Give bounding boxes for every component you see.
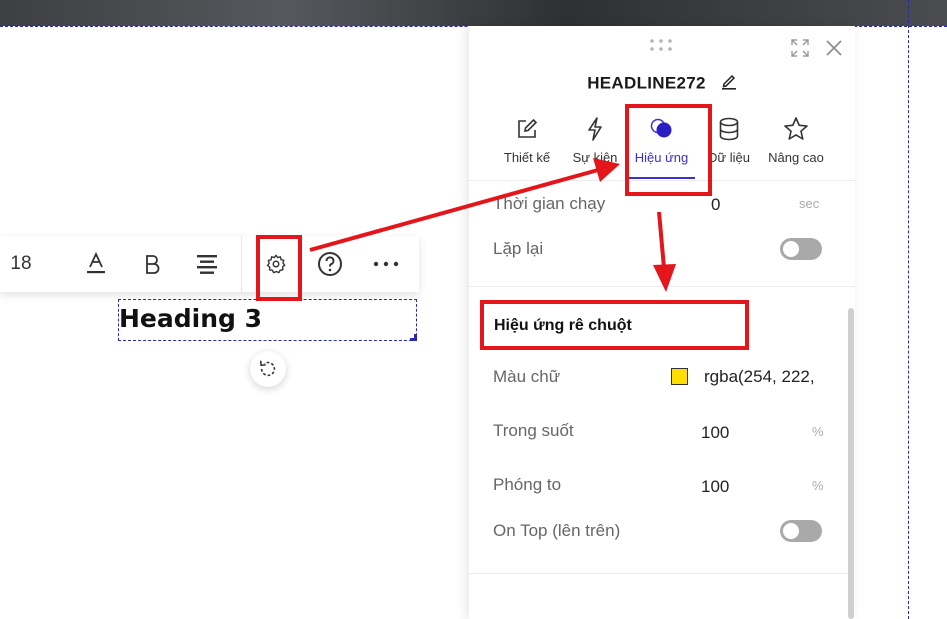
tab-nang-cao[interactable]: Nâng cao: [763, 114, 829, 170]
opacity-label: Trong suốt: [493, 421, 574, 440]
text-color-label: Màu chữ: [493, 367, 561, 386]
repeat-toggle[interactable]: [780, 238, 822, 260]
run-time-label: Thời gian chạy: [493, 194, 606, 213]
zoom-unit: %: [812, 478, 824, 493]
on-top-label: On Top (lên trên): [493, 521, 621, 540]
expand-icon[interactable]: [791, 39, 809, 62]
annotation-box-hover-section: [480, 300, 749, 350]
opacity-input[interactable]: 100: [701, 423, 729, 443]
star-icon: [763, 114, 829, 144]
text-toolbar: 18: [0, 236, 419, 292]
zoom-input[interactable]: 100: [701, 477, 729, 497]
section-divider: [469, 286, 855, 287]
bold-icon[interactable]: [134, 236, 170, 292]
panel-title: HEADLINE272: [469, 72, 855, 95]
zoom-label: Phóng to: [493, 475, 562, 494]
help-icon[interactable]: [311, 236, 349, 292]
toolbar-separator: [241, 236, 242, 292]
annotation-box-effect-tab: [625, 104, 712, 196]
resize-handle[interactable]: [410, 334, 417, 341]
element-name: HEADLINE272: [587, 73, 706, 93]
canvas-top-background: [0, 0, 947, 26]
drag-handle-icon[interactable]: [649, 38, 673, 57]
more-icon[interactable]: [366, 236, 406, 292]
heading-element[interactable]: Heading 3: [118, 299, 417, 341]
on-top-toggle[interactable]: [780, 520, 822, 542]
rename-icon[interactable]: [721, 72, 737, 95]
canvas-guide-vertical: [908, 0, 909, 619]
run-time-unit: sec: [799, 196, 820, 211]
section-divider: [469, 573, 855, 574]
run-time-input[interactable]: 0: [711, 195, 720, 215]
repeat-label: Lặp lại: [493, 239, 544, 258]
edit-icon: [497, 114, 557, 144]
tab-thiet-ke[interactable]: Thiết kế: [497, 114, 557, 170]
close-icon[interactable]: [826, 40, 842, 61]
text-color-value[interactable]: rgba(254, 222,: [704, 367, 815, 387]
tab-su-kien[interactable]: Sự kiện: [565, 114, 625, 170]
panel-scrollbar[interactable]: [848, 308, 854, 619]
heading-text[interactable]: Heading 3: [119, 304, 262, 333]
tab-label: Thiết kế: [503, 150, 551, 165]
font-size-value[interactable]: 18: [4, 236, 38, 292]
rotate-icon[interactable]: [250, 351, 286, 387]
annotation-box-settings: [256, 235, 302, 301]
tab-label: Sự kiện: [572, 150, 618, 165]
align-center-icon[interactable]: [188, 236, 226, 292]
opacity-unit: %: [812, 424, 824, 439]
text-color-swatch[interactable]: [671, 368, 688, 385]
text-color-icon[interactable]: [78, 236, 114, 292]
tab-label: Nâng cao: [768, 150, 824, 165]
bolt-icon: [565, 114, 625, 144]
